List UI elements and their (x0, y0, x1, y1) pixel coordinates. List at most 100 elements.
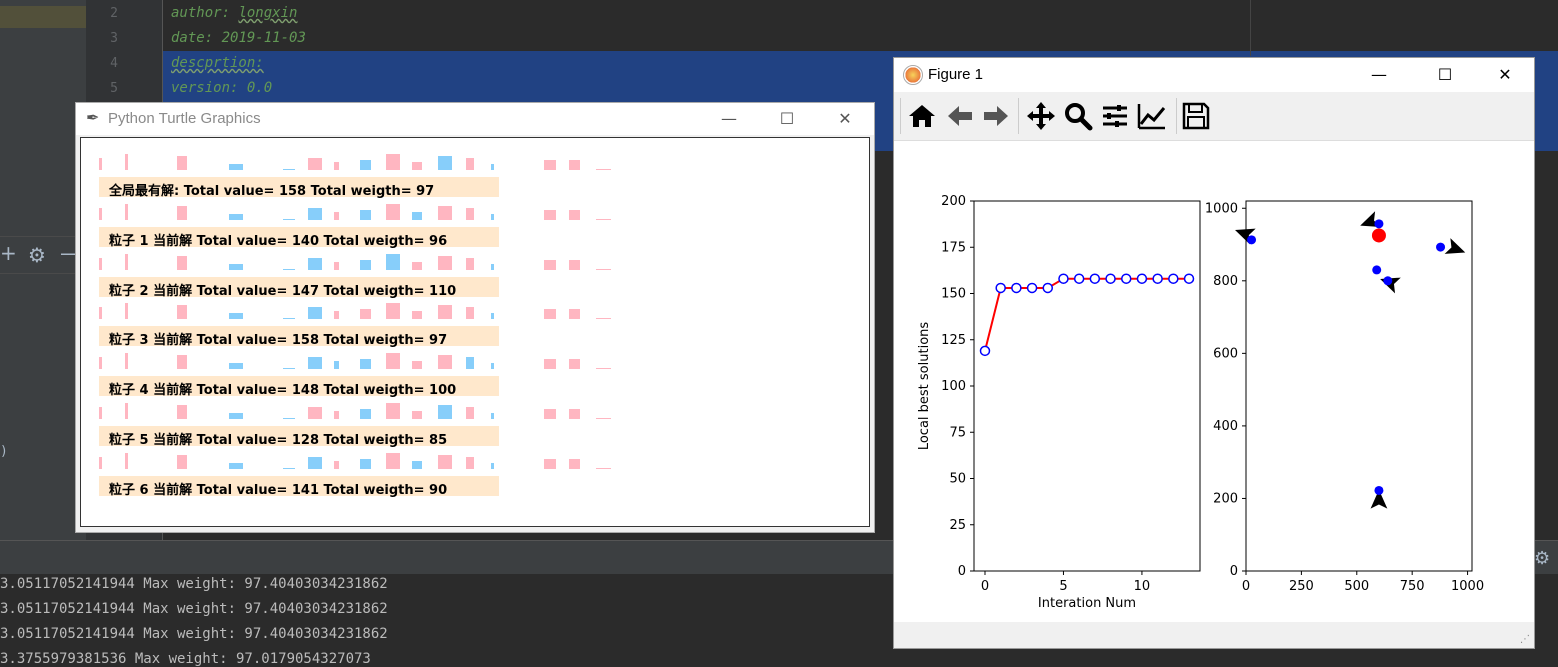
item-marks (81, 403, 869, 423)
close-button[interactable]: ✕ (1482, 59, 1528, 91)
solution-row: 粒子 5 当前解 Total value= 128 Total weigth= … (99, 426, 499, 448)
item-mark (412, 261, 422, 270)
item-mark (569, 458, 580, 469)
solution-row: 粒子 4 当前解 Total value= 148 Total weigth= … (99, 376, 499, 399)
code-line[interactable]: date: 2019-11-03 (171, 30, 306, 46)
particle-point (1247, 235, 1257, 245)
close-button[interactable]: ✕ (822, 103, 868, 135)
item-mark (334, 311, 339, 320)
item-marks (81, 253, 869, 274)
x-tick-label: 1000 (1451, 579, 1484, 594)
solution-label: 粒子 4 当前解 Total value= 148 Total weigth= … (109, 383, 457, 399)
resize-grip-icon[interactable]: ⋰ (1520, 634, 1530, 645)
y-tick-label: 1000 (1205, 201, 1238, 216)
solution-row: 粒子 2 当前解 Total value= 147 Total weigth= … (99, 276, 499, 299)
item-mark (125, 353, 128, 370)
code-key: version: (171, 80, 239, 96)
y-tick-label: 75 (949, 425, 966, 440)
item-mark (412, 211, 422, 220)
code-line[interactable]: version: 0.0 (171, 80, 272, 96)
solution-row: 粒子 3 当前解 Total value= 158 Total weigth= … (99, 326, 499, 348)
code-line[interactable]: author: longxin (171, 5, 297, 21)
chart-svg[interactable]: 0 25 50 75 100 125 150 175 200 0 5 10 Interation Num… (894, 141, 1534, 622)
item-mark (334, 460, 339, 469)
item-mark (283, 318, 295, 320)
line-chart-frame (973, 200, 1201, 572)
console-line: 3.05117052141944 Max weight: 97.40403034… (0, 576, 388, 592)
item-mark (466, 456, 474, 469)
item-mark (544, 309, 556, 320)
forward-icon[interactable] (980, 100, 1012, 132)
item-mark (360, 160, 371, 170)
item-mark (177, 305, 187, 320)
item-mark (308, 158, 322, 170)
turtle-window[interactable]: ✒ Python Turtle Graphics — ☐ ✕ 全局最有解: To… (75, 102, 875, 533)
item-mark (177, 156, 187, 170)
scatter-frame (1245, 200, 1473, 572)
item-mark (596, 418, 611, 419)
item-mark (491, 313, 494, 320)
y-tick-label: 125 (941, 333, 966, 348)
x-tick-label: 0 (1242, 579, 1250, 594)
gear-icon[interactable]: ⚙ (28, 243, 46, 267)
data-point (1073, 273, 1085, 284)
item-mark (283, 418, 295, 419)
pan-icon[interactable] (1025, 100, 1057, 132)
turtle-canvas[interactable]: 全局最有解: Total value= 158 Total weigth= 97… (80, 137, 870, 527)
ide-selected-file-strip[interactable] (0, 6, 86, 28)
x-tick-label: 5 (1059, 579, 1067, 594)
item-mark (360, 259, 371, 270)
subplots-icon[interactable] (1099, 100, 1131, 132)
console-gear-icon[interactable]: ⚙ (1534, 548, 1550, 569)
item-mark (491, 413, 494, 419)
x-tick-label: 500 (1344, 579, 1369, 594)
code-value: longxin (238, 5, 298, 21)
figure-titlebar[interactable]: Figure 1 — ☐ ✕ (894, 58, 1534, 92)
item-mark (438, 255, 452, 270)
turtle-titlebar[interactable]: ✒ Python Turtle Graphics — ☐ ✕ (76, 103, 874, 135)
item-mark (360, 409, 371, 419)
item-mark (569, 160, 580, 170)
item-mark (386, 253, 400, 270)
item-mark (412, 411, 422, 419)
item-mark (569, 209, 580, 220)
edit-axes-icon[interactable] (1136, 100, 1168, 132)
maximize-button[interactable]: ☐ (764, 103, 810, 135)
home-icon[interactable] (906, 100, 938, 132)
minimize-button[interactable]: — (1356, 59, 1402, 91)
code-value: 2019-11-03 (221, 30, 306, 46)
figure-window[interactable]: Figure 1 — ☐ ✕ 0 25 50 75 100 125 150 17… (893, 57, 1535, 649)
item-mark (466, 357, 474, 370)
console-line: 3.3755979381536 Max weight: 97.017905432… (0, 651, 371, 667)
item-mark (386, 353, 400, 370)
item-mark (491, 164, 494, 170)
figure-canvas[interactable]: 0 25 50 75 100 125 150 175 200 0 5 10 Interation Num… (894, 141, 1534, 622)
code-line[interactable]: descprtion: (171, 55, 264, 71)
console-line: 3.05117052141944 Max weight: 97.40403034… (0, 601, 388, 617)
item-mark (177, 255, 187, 270)
item-mark (229, 164, 243, 170)
save-icon[interactable] (1180, 100, 1212, 132)
item-mark (334, 261, 339, 270)
item-mark (177, 205, 187, 220)
item-mark (99, 207, 102, 220)
item-mark (177, 405, 187, 419)
back-icon[interactable] (944, 100, 976, 132)
divider-icon: + (0, 241, 17, 265)
window-title: Python Turtle Graphics (108, 110, 261, 127)
ide-tool-strip: + ⚙ — (0, 236, 86, 274)
item-mark (438, 305, 452, 320)
line-number: 2 (110, 6, 118, 21)
item-mark (308, 257, 322, 270)
minimize-button[interactable]: — (706, 103, 752, 135)
maximize-button[interactable]: ☐ (1422, 59, 1468, 91)
y-tick-label: 50 (949, 472, 966, 487)
solution-row: 粒子 6 当前解 Total value= 141 Total weigth= … (99, 475, 499, 498)
zoom-icon[interactable] (1062, 100, 1094, 132)
item-mark (544, 359, 556, 370)
item-mark (125, 203, 128, 220)
line-number: 3 (110, 31, 118, 46)
item-mark (229, 462, 243, 469)
item-mark (308, 357, 322, 370)
item-mark (229, 413, 243, 419)
